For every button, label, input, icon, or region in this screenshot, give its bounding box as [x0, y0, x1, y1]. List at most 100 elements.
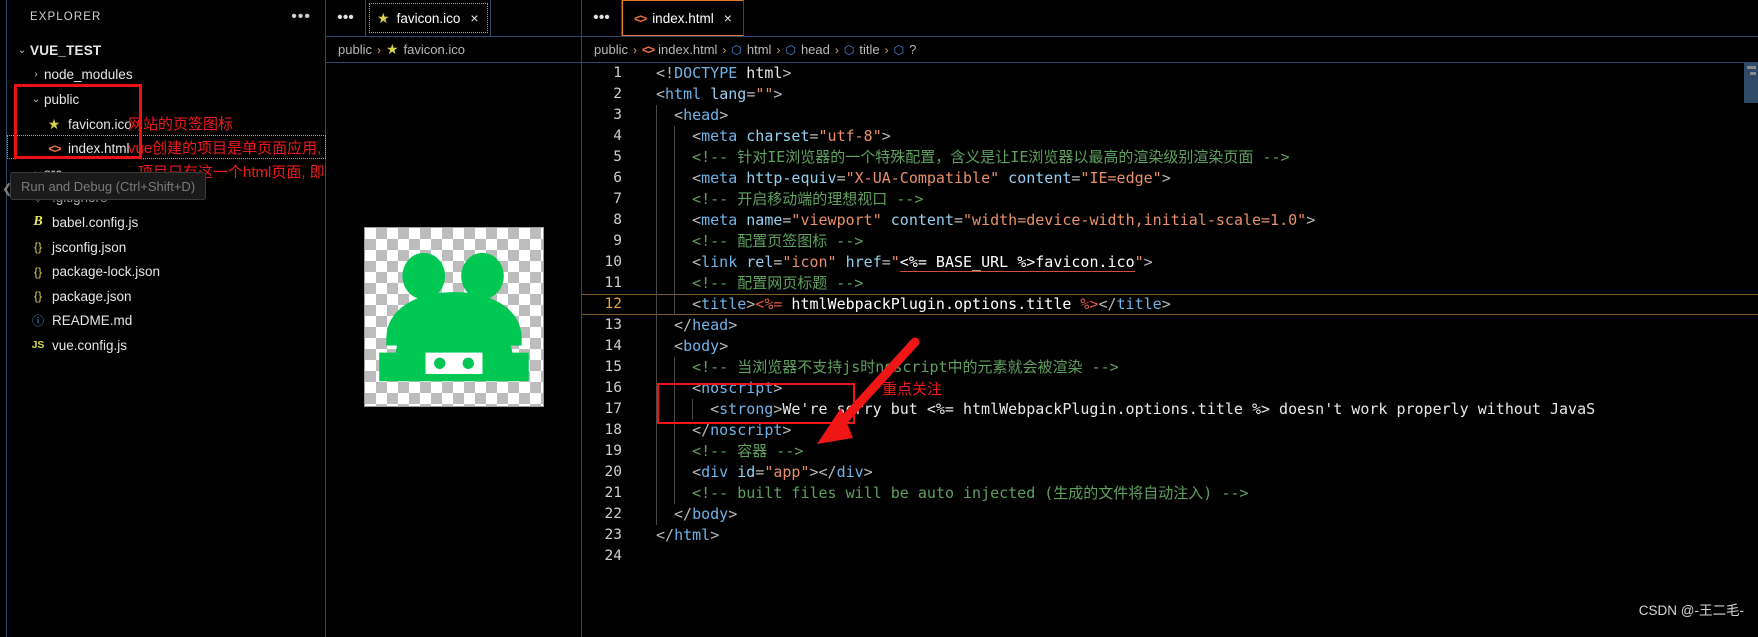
code-token: <!-- 针对IE浏览器的一个特殊配置，含义是让IE浏览器以最高的渲染级别渲染页… — [692, 148, 1290, 166]
code-token: <%= htmlWebpackPlugin.options.title %> d… — [926, 400, 1596, 418]
ellipsis-icon[interactable]: ••• — [582, 0, 622, 36]
breadcrumb-item-head[interactable]: head — [801, 42, 830, 57]
close-icon[interactable]: × — [470, 10, 478, 26]
breadcrumb-file[interactable]: favicon.ico — [404, 42, 465, 57]
line-number: 2 — [613, 86, 622, 102]
line-number: 1 — [613, 65, 622, 81]
code-token: = — [746, 85, 756, 103]
ellipsis-icon[interactable]: ••• — [291, 9, 311, 25]
indent-guide — [692, 399, 694, 420]
indent-guide — [674, 252, 676, 273]
tree-item-public[interactable]: ⌄ public — [0, 87, 325, 112]
breadcrumb-middle: public › ★ favicon.ico — [326, 37, 581, 63]
code-line[interactable]: 4 <meta charset="utf-8"> — [582, 126, 1758, 147]
line-number: 24 — [604, 548, 622, 564]
tree-item-label: favicon.ico — [68, 116, 132, 132]
code-line[interactable]: 5 <!-- 针对IE浏览器的一个特殊配置，含义是让IE浏览器以最高的渲染级别渲染… — [582, 147, 1758, 168]
code-line[interactable]: 21 <!-- built files will be auto injected… — [582, 483, 1758, 504]
breadcrumb-item-html[interactable]: html — [747, 42, 772, 57]
breadcrumb-item-unknown[interactable]: ? — [909, 42, 916, 57]
tree-item-readme-md[interactable]: ⓘ README.md — [0, 309, 325, 334]
tree-item-label: node_modules — [44, 67, 133, 83]
breadcrumb-folder[interactable]: public — [338, 42, 372, 57]
tree-item-label: README.md — [52, 313, 133, 329]
code-line[interactable]: 20 <div id="app"></div> — [582, 462, 1758, 483]
minimap-slider[interactable] — [1744, 63, 1758, 103]
code-line[interactable]: 24 — [582, 546, 1758, 567]
ellipsis-icon[interactable]: ••• — [326, 0, 366, 36]
code-token: htmlWebpackPlugin.options.title — [782, 295, 1081, 313]
tree-item-node-modules[interactable]: › node_modules — [0, 63, 325, 88]
code-token: <! — [656, 64, 675, 82]
favicon-preview-pane: ••• ★ favicon.ico × public › ★ favicon.i… — [326, 0, 582, 637]
code-line[interactable]: 17 <strong>We're sorry but <%= htmlWebpac… — [582, 399, 1758, 420]
code-line[interactable]: 23 </html> — [582, 525, 1758, 546]
code-line[interactable]: 10 <link rel="icon" href="<%= BASE_URL %>… — [582, 252, 1758, 273]
code-line[interactable]: 6 <meta http-equiv="X-UA-Compatible" cont… — [582, 168, 1758, 189]
tree-item-label: vue.config.js — [52, 337, 128, 353]
tab-index-html[interactable]: <> index.html × — [622, 0, 744, 36]
code-token: </ — [674, 505, 693, 523]
code-token: > — [1161, 169, 1171, 187]
indent-guide — [674, 357, 676, 378]
code-token: name — [746, 211, 783, 229]
json-icon: {} — [33, 240, 42, 255]
tree-item-label: jsconfig.json — [52, 239, 127, 255]
code-line[interactable]: 19 <!-- 容器 --> — [582, 441, 1758, 462]
code-line[interactable]: 14 <body> — [582, 336, 1758, 357]
code-token: body — [683, 337, 720, 355]
breadcrumb-item-title[interactable]: title — [859, 42, 879, 57]
code-line[interactable]: 13 </head> — [582, 315, 1758, 336]
code-token: < — [710, 400, 720, 418]
code-token: "app" — [764, 463, 810, 481]
indent-guide — [674, 231, 676, 252]
line-number: 7 — [613, 191, 622, 207]
line-content: </body> — [638, 504, 1758, 525]
breadcrumb-item-public[interactable]: public — [594, 42, 628, 57]
code-line[interactable]: 9 <!-- 配置页签图标 --> — [582, 231, 1758, 252]
code-line[interactable]: 16 <noscript> — [582, 378, 1758, 399]
code-line[interactable]: 1 <!DOCTYPE html> — [582, 63, 1758, 84]
code-token: > — [719, 106, 729, 124]
json-icon: {} — [33, 264, 42, 279]
code-token: > — [773, 400, 783, 418]
code-line[interactable]: 8 <meta name="viewport" content="width=de… — [582, 210, 1758, 231]
tree-item-label: index.html — [68, 141, 130, 157]
tree-item-vue-config-js[interactable]: JS vue.config.js — [0, 333, 325, 358]
close-icon[interactable]: × — [724, 10, 732, 26]
code-line[interactable]: 7 <!-- 开启移动端的理想视口 --> — [582, 189, 1758, 210]
code-line[interactable]: 2 <html lang=""> — [582, 84, 1758, 105]
code-content[interactable]: 1 <!DOCTYPE html> 2 <html lang=""> 3 <head> 4 <… — [582, 63, 1758, 637]
indent-guide — [674, 462, 676, 483]
code-icon: <> — [48, 141, 61, 157]
tree-item-babel-config[interactable]: B babel.config.js — [0, 210, 325, 235]
code-line[interactable]: 3 <head> — [582, 105, 1758, 126]
line-content: <head> — [638, 105, 1758, 126]
code-line[interactable]: 22 </body> — [582, 504, 1758, 525]
indent-guide — [656, 420, 657, 441]
line-content: </html> — [638, 525, 1758, 546]
code-line[interactable]: 18 </noscript> — [582, 420, 1758, 441]
tab-favicon-ico[interactable]: ★ favicon.ico × — [366, 0, 491, 36]
indent-guide — [656, 168, 657, 189]
tree-item-package-lock-json[interactable]: {} package-lock.json — [0, 259, 325, 284]
line-content: </head> — [638, 315, 1758, 336]
code-line[interactable]: 15 <!-- 当浏览器不支持js时noscript中的元素就会被渲染 --> — [582, 357, 1758, 378]
code-token: > — [782, 421, 792, 439]
star-icon: ★ — [377, 9, 390, 26]
code-token: > — [746, 295, 756, 313]
line-content: <strong>We're sorry but <%= htmlWebpackP… — [638, 399, 1758, 420]
code-token: <%= BASE_URL %>favicon.ico — [899, 253, 1135, 272]
indent-guide — [674, 210, 676, 231]
tree-item-jsconfig-json[interactable]: {} jsconfig.json — [0, 235, 325, 260]
line-content: <!DOCTYPE html> — [638, 63, 1758, 84]
breadcrumb-item-index-html[interactable]: index.html — [658, 42, 717, 57]
code-line[interactable]: 12 <title><%= htmlWebpackPlugin.options.t… — [582, 294, 1758, 315]
tree-root-vue-test[interactable]: ⌄ VUE_TEST — [0, 38, 325, 63]
indent-guide — [674, 483, 676, 504]
tree-item-package-json[interactable]: {} package.json — [0, 284, 325, 309]
line-content: <!-- 配置网页标题 --> — [638, 273, 1758, 294]
code-line[interactable]: 11 <!-- 配置网页标题 --> — [582, 273, 1758, 294]
